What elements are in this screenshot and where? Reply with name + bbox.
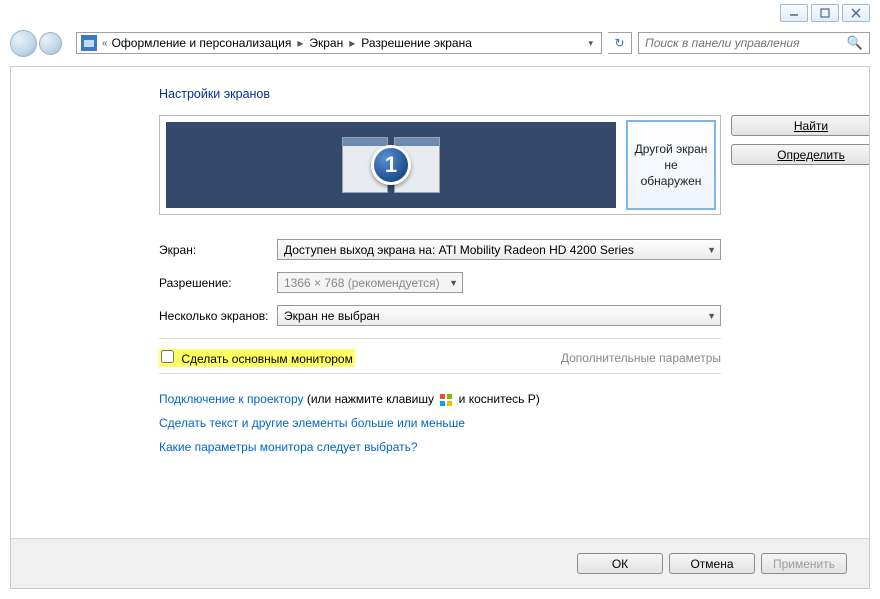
close-button[interactable] bbox=[842, 4, 870, 22]
back-button[interactable] bbox=[10, 30, 37, 57]
chevron-down-icon: ▼ bbox=[707, 245, 716, 255]
maximize-button[interactable] bbox=[811, 4, 839, 22]
search-input[interactable] bbox=[645, 36, 847, 50]
breadcrumb-item[interactable]: Разрешение экрана bbox=[361, 36, 472, 50]
screen-label: Экран: bbox=[159, 243, 277, 257]
find-button[interactable]: Найти bbox=[731, 115, 869, 136]
address-bar[interactable]: « Оформление и персонализация ▸ Экран ▸ … bbox=[76, 32, 602, 54]
toolbar: « Оформление и персонализация ▸ Экран ▸ … bbox=[10, 28, 870, 58]
display-arrangement[interactable]: 1 Другой экран не обнаружен bbox=[159, 115, 721, 215]
content-area: Настройки экранов 1 Другой экран не обна… bbox=[10, 66, 870, 589]
forward-button[interactable] bbox=[39, 32, 62, 55]
breadcrumb-overflow-icon[interactable]: « bbox=[102, 38, 108, 49]
primary-monitor-label: Сделать основным монитором bbox=[181, 352, 353, 366]
apply-button[interactable]: Применить bbox=[761, 553, 847, 574]
chevron-down-icon: ▼ bbox=[707, 311, 716, 321]
advanced-settings-link[interactable]: Дополнительные параметры bbox=[561, 351, 721, 365]
detect-button[interactable]: Определить bbox=[731, 144, 869, 165]
control-panel-icon bbox=[81, 35, 97, 51]
text-size-link[interactable]: Сделать текст и другие элементы больше и… bbox=[159, 416, 465, 430]
projector-hint-2: и коснитесь P) bbox=[455, 392, 539, 406]
no-display-detected[interactable]: Другой экран не обнаружен bbox=[626, 120, 716, 210]
primary-monitor-checkbox[interactable] bbox=[161, 350, 174, 363]
screen-value: Доступен выход экрана на: ATI Mobility R… bbox=[284, 243, 634, 257]
chevron-down-icon: ▼ bbox=[449, 278, 458, 288]
multi-display-dropdown[interactable]: Экран не выбран ▼ bbox=[277, 305, 721, 326]
projector-link[interactable]: Подключение к проектору bbox=[159, 392, 304, 406]
ok-button[interactable]: ОК bbox=[577, 553, 663, 574]
screen-dropdown[interactable]: Доступен выход экрана на: ATI Mobility R… bbox=[277, 239, 721, 260]
projector-hint-1: (или нажмите клавишу bbox=[304, 392, 438, 406]
which-params-link[interactable]: Какие параметры монитора следует выбрать… bbox=[159, 440, 418, 454]
multi-value: Экран не выбран bbox=[284, 309, 380, 323]
monitor-number-badge: 1 bbox=[371, 145, 411, 185]
search-icon[interactable]: 🔍 bbox=[847, 35, 863, 51]
divider bbox=[159, 373, 721, 374]
resolution-value: 1366 × 768 (рекомендуется) bbox=[284, 276, 440, 290]
resolution-dropdown[interactable]: 1366 × 768 (рекомендуется) ▼ bbox=[277, 272, 463, 293]
search-box[interactable]: 🔍 bbox=[638, 32, 870, 54]
refresh-button[interactable]: ↻ bbox=[608, 32, 632, 54]
minimize-button[interactable] bbox=[780, 4, 808, 22]
dialog-button-bar: ОК Отмена Применить bbox=[11, 538, 869, 588]
chevron-right-icon: ▸ bbox=[297, 36, 303, 50]
chevron-right-icon: ▸ bbox=[349, 36, 355, 50]
breadcrumb-item[interactable]: Оформление и персонализация bbox=[112, 36, 292, 50]
address-dropdown-icon[interactable]: ▾ bbox=[584, 38, 597, 49]
resolution-label: Разрешение: bbox=[159, 276, 277, 290]
page-title: Настройки экранов bbox=[159, 87, 721, 101]
divider bbox=[159, 338, 721, 339]
multi-label: Несколько экранов: bbox=[159, 309, 277, 323]
cancel-button[interactable]: Отмена bbox=[669, 553, 755, 574]
breadcrumb-item[interactable]: Экран bbox=[309, 36, 343, 50]
windows-key-icon bbox=[440, 394, 452, 406]
